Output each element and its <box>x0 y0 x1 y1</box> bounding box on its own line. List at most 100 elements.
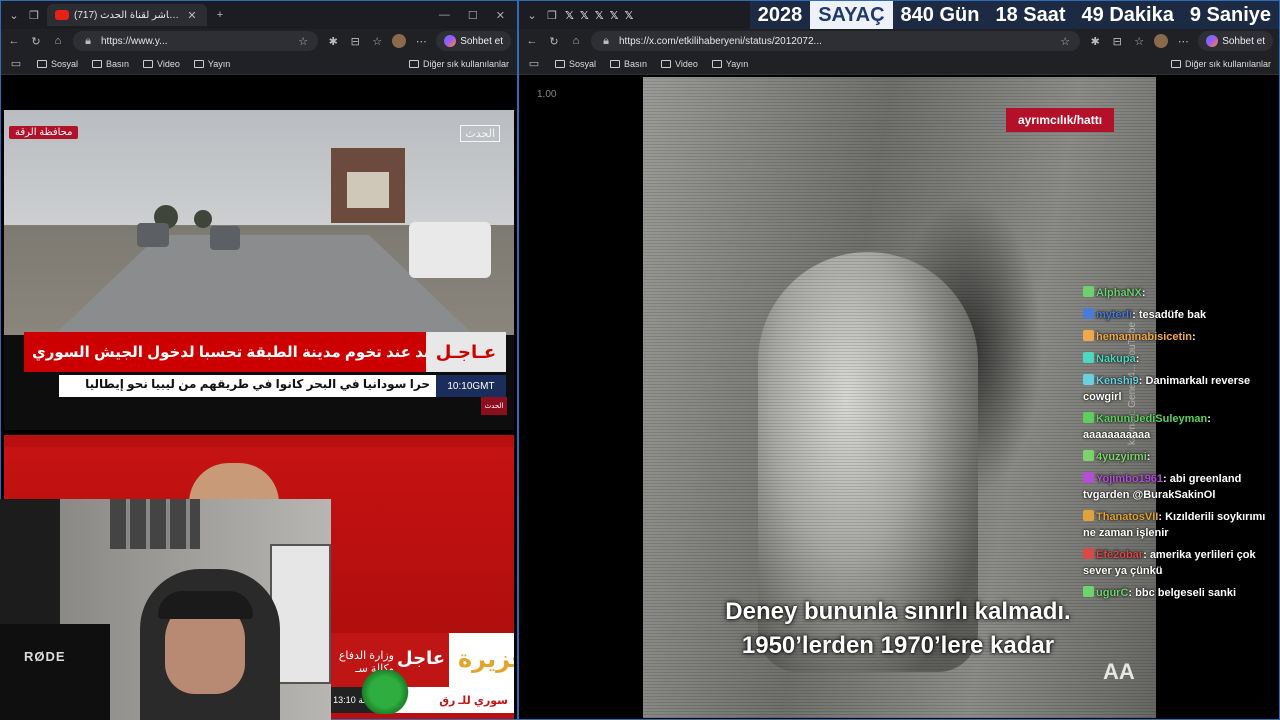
folder-icon <box>1170 59 1181 68</box>
bookmark-label: Sosyal <box>51 58 79 69</box>
playback-time: 1.00 <box>537 89 557 100</box>
split-screen-icon[interactable]: ⊟ <box>348 34 362 48</box>
ticker-time: 10:10GMT <box>436 375 506 397</box>
minimize-icon[interactable]: — <box>439 9 450 22</box>
reading-list-icon[interactable]: ▭ <box>9 57 23 71</box>
tab-strip: ⌄ ❐ 𝕏 𝕏 𝕏 𝕏 𝕏 2028 SAYAÇ 840 Gün 18 Saat… <box>519 1 1279 29</box>
extension-icon[interactable]: ✱ <box>326 34 340 48</box>
chat-badge-icon <box>1083 472 1094 483</box>
news-ticker: حرا سودانيا في البحر كانوا في طريقهم من … <box>59 375 506 397</box>
address-bar[interactable]: 🔒︎ https://www.y... ☆ <box>73 31 319 51</box>
profile-avatar[interactable] <box>392 34 407 48</box>
profile-avatar[interactable] <box>1154 34 1169 48</box>
right-browser-window: ⌄ ❐ 𝕏 𝕏 𝕏 𝕏 𝕏 2028 SAYAÇ 840 Gün 18 Saat… <box>518 0 1280 720</box>
url-text: https://www.y... <box>101 35 168 47</box>
bookmark-sosyal[interactable]: Sosyal <box>555 59 596 69</box>
more-icon[interactable]: ⋯ <box>1176 34 1190 48</box>
copilot-chat-button[interactable]: Sohbet et <box>436 31 511 51</box>
bookmark-yayin[interactable]: Yayın <box>711 59 748 69</box>
topic-tag: ayrımcılık/hattı <box>1006 108 1115 132</box>
tab-x-icon[interactable]: 𝕏 <box>595 9 604 22</box>
tab-x-icon[interactable]: 𝕏 <box>565 9 574 22</box>
chat-username: AlphaNX <box>1096 287 1142 299</box>
reload-icon[interactable]: ↻ <box>29 34 43 48</box>
split-screen-icon[interactable]: ⊟ <box>1110 34 1124 48</box>
chat-username: Efe2obar <box>1096 549 1144 561</box>
microphone <box>0 624 110 720</box>
reload-icon[interactable]: ↻ <box>547 34 561 48</box>
tab-x-icon[interactable]: 𝕏 <box>610 9 619 22</box>
reading-list-icon[interactable]: ▭ <box>527 57 541 71</box>
favorite-icon[interactable]: ☆ <box>296 34 310 48</box>
workspaces-icon[interactable]: ❐ <box>545 8 559 22</box>
urgent-label: عـاجـل <box>426 332 506 372</box>
chat-badge-icon <box>1083 548 1094 559</box>
new-tab-icon[interactable]: + <box>213 8 227 22</box>
chat-message: 4yuzyirmi: <box>1083 449 1279 465</box>
chat-badge-icon <box>1083 586 1094 597</box>
close-window-icon[interactable]: ✕ <box>496 9 505 22</box>
tree-shape <box>194 210 212 228</box>
counter-hours: 18 Saat <box>987 1 1074 29</box>
bookmark-sosyal[interactable]: Sosyal <box>37 59 78 69</box>
folder-icon <box>711 59 722 68</box>
channel-logo: الحدث <box>460 125 500 142</box>
bookmark-basin[interactable]: Basın <box>610 59 647 69</box>
copilot-chat-button[interactable]: Sohbet et <box>1198 31 1273 51</box>
extension-icon[interactable]: ✱ <box>1088 34 1102 48</box>
home-icon[interactable]: ⌂ <box>569 34 583 48</box>
tab-x-icon[interactable]: 𝕏 <box>580 9 589 22</box>
workspaces-icon[interactable]: ❐ <box>27 8 41 22</box>
copilot-icon <box>444 35 457 47</box>
bookmark-video[interactable]: Video <box>143 59 180 69</box>
chat-badge-icon <box>1083 308 1094 319</box>
folder-icon <box>555 59 565 68</box>
wall-frames <box>110 499 200 549</box>
folder-icon <box>610 59 621 68</box>
chat-message: KanuniJediSuleyman: aaaaaaaaaaa <box>1083 411 1279 443</box>
bookmark-basin[interactable]: Basın <box>92 59 129 69</box>
home-icon[interactable]: ⌂ <box>51 34 65 48</box>
x-video-player[interactable]: ayrımcılık/hattı Deney bununla sınırlı k… <box>643 77 1156 718</box>
chat-username: ugurC <box>1096 587 1129 599</box>
tab-youtube[interactable]: (717) البث المباشر لقناة الحدث Tube ✕ <box>47 4 207 26</box>
tab-x-icon[interactable]: 𝕏 <box>625 9 634 22</box>
chat-username: Nakupa <box>1096 353 1136 365</box>
favorites-icon[interactable]: ☆ <box>1132 34 1146 48</box>
chat-message: Efe2obar: amerika yerlileri çok sever ya… <box>1083 547 1279 579</box>
breaking-headline: مراسل الحدث: تحشيد من قبل قسد عند تخوم م… <box>32 344 426 361</box>
bookmark-other[interactable]: Diğer sık kullanılanlar <box>1170 59 1271 69</box>
close-tab-icon[interactable]: ✕ <box>185 8 199 22</box>
maximize-icon[interactable]: ☐ <box>468 9 478 22</box>
favorite-icon[interactable]: ☆ <box>1058 34 1072 48</box>
favorites-icon[interactable]: ☆ <box>370 34 384 48</box>
back-icon[interactable]: ← <box>7 34 21 48</box>
region-tag: محافظة الرقة <box>9 126 79 139</box>
address-bar[interactable]: 🔒︎ https://x.com/etkilihaberyeni/status/… <box>591 31 1081 51</box>
green-jar-object <box>354 670 416 714</box>
urgent-label: عاجل <box>397 648 446 668</box>
toolbar: ← ↻ ⌂ 🔒︎ https://www.y... ☆ ✱ ⊟ ☆ ⋯ Sohb… <box>1 29 517 53</box>
tab-actions-icon[interactable]: ⌄ <box>7 8 21 22</box>
streamer-hair <box>158 591 253 619</box>
tab-title: (717) البث المباشر لقناة الحدث Tube <box>74 9 180 21</box>
back-icon[interactable]: ← <box>525 34 539 48</box>
bookmark-label: Basın <box>106 58 130 69</box>
chat-message: myterli: tesadüfe bak <box>1083 307 1279 323</box>
chat-badge-icon <box>1083 286 1094 297</box>
bookmark-label: Basın <box>624 58 648 69</box>
bookmark-other[interactable]: Diğer sık kullanılanlar <box>408 59 509 69</box>
tab-actions-icon[interactable]: ⌄ <box>525 8 539 22</box>
folder-icon <box>37 59 47 68</box>
chat-text: aaaaaaaaaaa <box>1083 429 1151 441</box>
chat-username: ThanatosVII <box>1096 511 1159 523</box>
mini-channel-logo: الحدث <box>481 397 507 415</box>
chat-separator: : <box>1191 331 1196 343</box>
bookmark-yayin[interactable]: Yayın <box>193 58 231 69</box>
video-sky <box>4 110 514 240</box>
news-video-player[interactable]: محافظة الرقة الحدث مراسل الحدث: تحشيد من… <box>4 110 514 430</box>
bookmark-label: Yayın <box>207 58 231 69</box>
bookmark-video[interactable]: Video <box>661 59 698 69</box>
chat-separator: : <box>1141 287 1146 299</box>
more-icon[interactable]: ⋯ <box>414 34 428 48</box>
